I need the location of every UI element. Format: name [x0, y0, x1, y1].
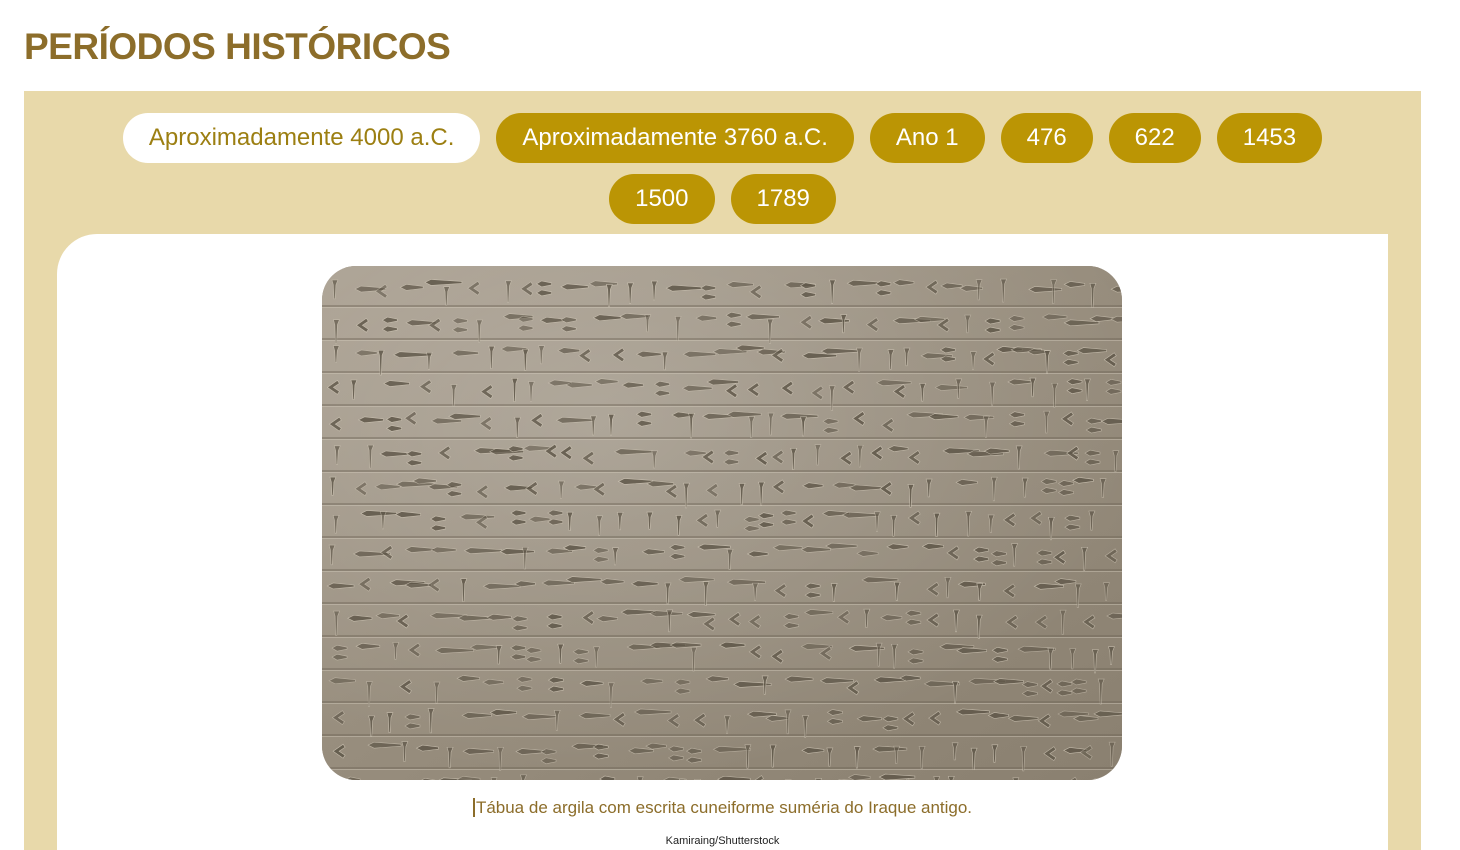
page: PERÍODOS HISTÓRICOS Aproximadamente 4000…	[0, 0, 1460, 850]
tab-476[interactable]: 476	[1000, 113, 1093, 163]
caption-text: Tábua de argila com escrita cuneiforme s…	[475, 798, 973, 817]
image-caption: Tábua de argila com escrita cuneiforme s…	[57, 798, 1388, 818]
tab-3760-bc[interactable]: Aproximadamente 3760 a.C.	[496, 113, 854, 163]
tab-4000-bc[interactable]: Aproximadamente 4000 a.C.	[122, 113, 481, 163]
tab-1500[interactable]: 1500	[609, 174, 715, 224]
caption-bar	[472, 798, 475, 817]
content-card: Tábua de argila com escrita cuneiforme s…	[57, 234, 1388, 850]
tab-1789[interactable]: 1789	[730, 174, 836, 224]
tab-1453[interactable]: 1453	[1216, 113, 1323, 163]
timeline-panel: Aproximadamente 4000 a.C. Aproximadament…	[24, 91, 1421, 850]
page-title: PERÍODOS HISTÓRICOS	[24, 26, 451, 67]
cuneiform-tablet-image	[322, 266, 1122, 780]
tab-622[interactable]: 622	[1108, 113, 1201, 163]
tab-ano-1[interactable]: Ano 1	[869, 113, 985, 163]
timeline-tabs: Aproximadamente 4000 a.C. Aproximadament…	[24, 113, 1421, 224]
image-credit: Kamiraing/Shutterstock	[665, 835, 780, 847]
